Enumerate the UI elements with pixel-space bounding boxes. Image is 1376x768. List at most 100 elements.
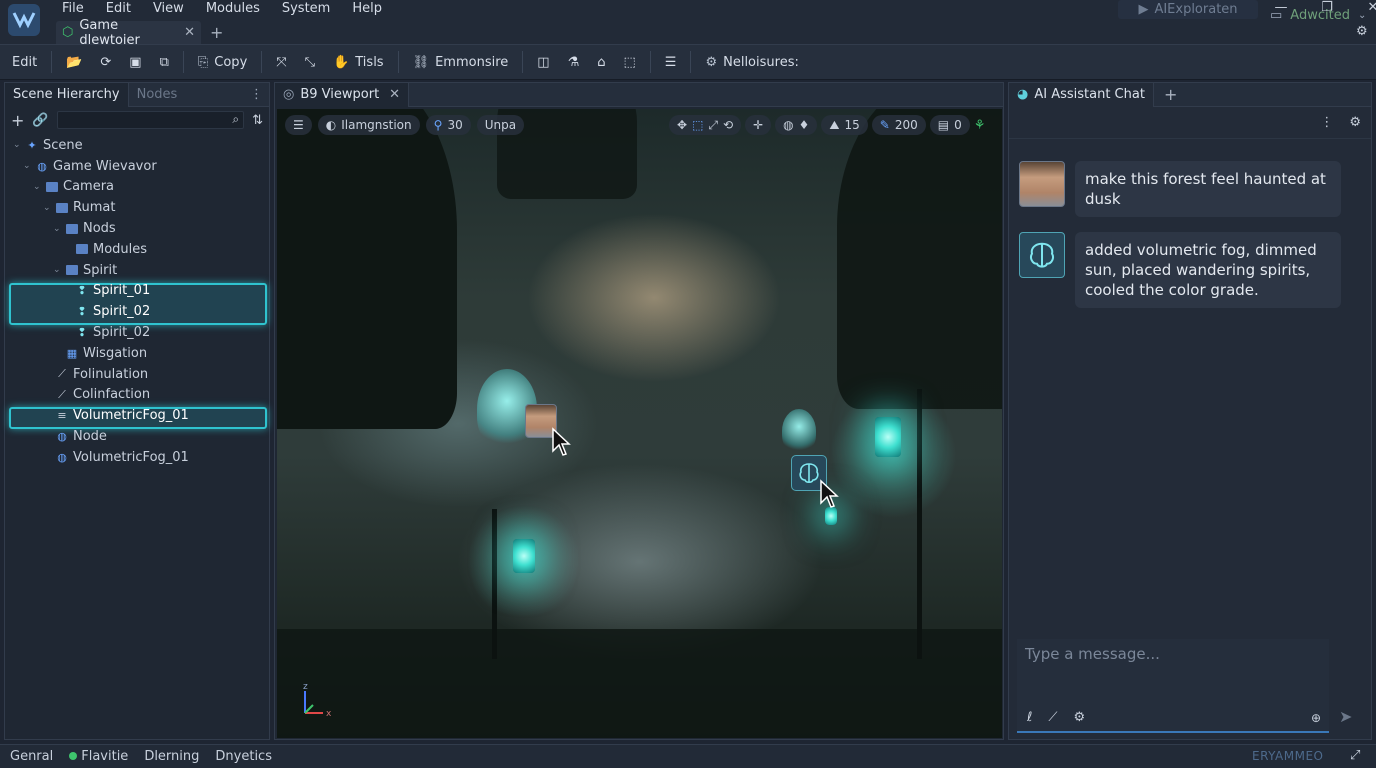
tree-node[interactable]: ⟋ Folinulation <box>5 364 269 385</box>
entity-button-label: Emmonsire <box>435 54 509 70</box>
close-tab-icon[interactable]: ✕ <box>184 25 195 40</box>
tree-node[interactable]: ◍ VolumetricFog_01 <box>5 447 269 468</box>
link-icon[interactable]: 🔗 <box>32 113 48 128</box>
tree-node-label: Spirit_02 <box>93 304 151 320</box>
draw-call-stat: ✎ 200 <box>871 115 926 135</box>
menu-system[interactable]: System <box>282 0 330 20</box>
status-dot <box>69 752 78 760</box>
snap-tools[interactable]: ◍ ♦ <box>775 115 818 135</box>
move-tool-icon[interactable]: ⤡ <box>301 49 319 75</box>
tree-node[interactable]: ◍ Node <box>5 426 269 447</box>
status-drawing[interactable]: Dlerning <box>144 749 199 764</box>
tree-node-label: VolumetricFog_01 <box>73 408 189 424</box>
camera-count-value: 30 <box>447 118 463 132</box>
tools-button[interactable]: ✋ Tisls <box>329 49 388 75</box>
send-icon[interactable]: ➤ <box>1339 707 1352 726</box>
tree-node[interactable]: ▦ Wisgation <box>5 343 269 364</box>
hierarchy-search-input[interactable]: ⌕ <box>56 111 245 129</box>
camera-count[interactable]: ⚲ 30 <box>425 115 471 135</box>
add-tab-icon[interactable]: + <box>1164 85 1177 104</box>
status-dynetics[interactable]: Dnyetics <box>215 749 272 764</box>
globe-icon: ◍ <box>57 430 67 444</box>
gear-icon[interactable]: ⚙ <box>1349 115 1361 130</box>
error-stat: ▤ 0 <box>929 115 970 135</box>
duplicate-icon[interactable]: ⧉ <box>156 49 173 75</box>
tree-node[interactable]: ⌄ Nods <box>5 218 269 239</box>
chat-input-placeholder: Type a message... <box>1025 645 1160 663</box>
viewport-toolbar-left: ☰ ◐ Ilamgnstion ⚲ 30 Unpa <box>285 115 525 135</box>
tree-node[interactable]: ⟋ Colinfaction <box>5 385 269 406</box>
tree-node[interactable]: ⌄ ◍ Game Wievavor <box>5 156 269 177</box>
more-options-icon[interactable]: ⋮ <box>250 87 263 102</box>
gear-icon[interactable]: ⚙ <box>1073 710 1085 725</box>
building-icon[interactable]: ⌂ <box>593 49 609 75</box>
move-gizmo-icon[interactable]: ✥ <box>677 118 687 132</box>
plant-icon[interactable]: ⚘ <box>974 118 986 133</box>
copy-button[interactable]: ⎘ Copy <box>194 49 251 75</box>
status-general[interactable]: Genral <box>10 749 53 764</box>
tree-node[interactable]: ⌄ ✦ Scene <box>5 135 269 156</box>
select-rect-icon[interactable]: ⬚ <box>692 118 703 132</box>
viewport-menu-icon[interactable]: ☰ <box>285 115 312 135</box>
expand-icon[interactable]: ⤢ <box>1350 748 1360 763</box>
app-logo-icon[interactable] <box>8 4 40 36</box>
spirit-icon: ❢ <box>77 284 87 298</box>
sketch-icon[interactable]: ⟋ <box>1048 710 1057 725</box>
history-icon[interactable]: ⟳ <box>96 49 115 75</box>
tree-node[interactable]: Modules <box>5 239 269 260</box>
expand-caret-icon[interactable]: ⌄ <box>13 140 21 150</box>
status-flavite[interactable]: Flavitie <box>69 749 128 764</box>
resources-button-label: Nelloisures: <box>723 54 799 70</box>
expand-caret-icon[interactable]: ⌄ <box>33 182 41 192</box>
tree-node[interactable]: ⌄ Rumat <box>5 197 269 218</box>
sort-icon[interactable]: ⇅ <box>252 113 263 128</box>
list-icon[interactable]: ☰ <box>661 49 681 75</box>
expand-caret-icon[interactable]: ⌄ <box>53 224 61 234</box>
tab-ai-assistant-chat[interactable]: ◕ AI Assistant Chat <box>1009 82 1154 107</box>
copy-button-label: Copy <box>214 54 248 70</box>
more-options-icon[interactable]: ⋮ <box>1320 115 1333 130</box>
unpack-button[interactable]: Unpa <box>476 115 525 135</box>
tree-node[interactable]: ❢ Spirit_01 <box>5 281 269 302</box>
rotate-gizmo-icon[interactable]: ⟲ <box>723 118 733 132</box>
cube-icon[interactable]: ◫ <box>533 49 553 75</box>
add-tab-icon[interactable]: + <box>210 23 223 42</box>
flask-icon[interactable]: ⚗ <box>564 49 584 75</box>
expand-caret-icon[interactable]: ⌄ <box>53 265 61 275</box>
open-folder-icon[interactable]: 📂 <box>62 49 86 75</box>
expand-caret-icon[interactable]: ⌄ <box>43 203 51 213</box>
lighting-dropdown[interactable]: ◐ Ilamgnstion <box>317 115 420 135</box>
brain-icon: ◕ <box>1017 87 1029 102</box>
tree-node[interactable]: ≡ VolumetricFog_01 <box>5 405 269 426</box>
expand-caret-icon[interactable]: ⌄ <box>23 161 31 171</box>
tree-node-label: Spirit_02 <box>93 325 151 341</box>
add-node-icon[interactable]: + <box>11 111 24 130</box>
tree-node[interactable]: ⌄ Spirit <box>5 260 269 281</box>
edit-button[interactable]: Edit <box>8 49 41 75</box>
scale-gizmo-icon[interactable]: ⤢ <box>708 118 718 133</box>
tab-viewport[interactable]: ◎ B9 Viewport ✕ <box>275 82 410 107</box>
entity-button[interactable]: ⛓ Emmonsire <box>409 49 513 75</box>
menu-modules[interactable]: Modules <box>206 0 260 20</box>
transform-tools[interactable]: ✥ ⬚ ⤢ ⟲ <box>669 115 742 135</box>
menu-help[interactable]: Help <box>352 0 382 20</box>
select-tool-icon[interactable]: ⤧ <box>272 49 290 75</box>
document-tab[interactable]: ⬡ Game dlewtoier ✕ <box>56 18 201 48</box>
settings-gear-icon[interactable]: ⚙ <box>1356 24 1368 39</box>
resources-button[interactable]: ⚙ Nelloisures: <box>701 49 802 75</box>
tree-node[interactable]: ❢ Spirit_02 <box>5 301 269 322</box>
tree-node[interactable]: ❢ Spirit_02 <box>5 322 269 343</box>
close-tab-icon[interactable]: ✕ <box>389 87 400 102</box>
pan-icon[interactable]: ✛ <box>745 115 772 135</box>
tab-scene-hierarchy[interactable]: Scene Hierarchy <box>5 82 129 107</box>
tab-nodes[interactable]: Nodes <box>129 83 186 107</box>
attach-icon[interactable]: ℓ <box>1027 710 1032 725</box>
viewport-scene[interactable]: ☰ ◐ Ilamgnstion ⚲ 30 Unpa ✥ ⬚ ⤢ ⟲ ✛ ◍ ♦ ⛰ 15… <box>277 109 1002 738</box>
tree-node[interactable]: ⌄ Camera <box>5 177 269 198</box>
save-icon[interactable]: ▣ <box>125 49 145 75</box>
zoom-icon[interactable]: ⊕ <box>1311 711 1321 725</box>
run-button[interactable]: ▶ AIExploraten <box>1118 0 1258 19</box>
mode-selector[interactable]: ▭ Adwcited ⌄ <box>1270 8 1366 23</box>
frame-icon[interactable]: ⬚ <box>620 49 640 75</box>
chat-input[interactable]: Type a message... ℓ ⟋ ⚙ ⊕ <box>1017 639 1329 733</box>
